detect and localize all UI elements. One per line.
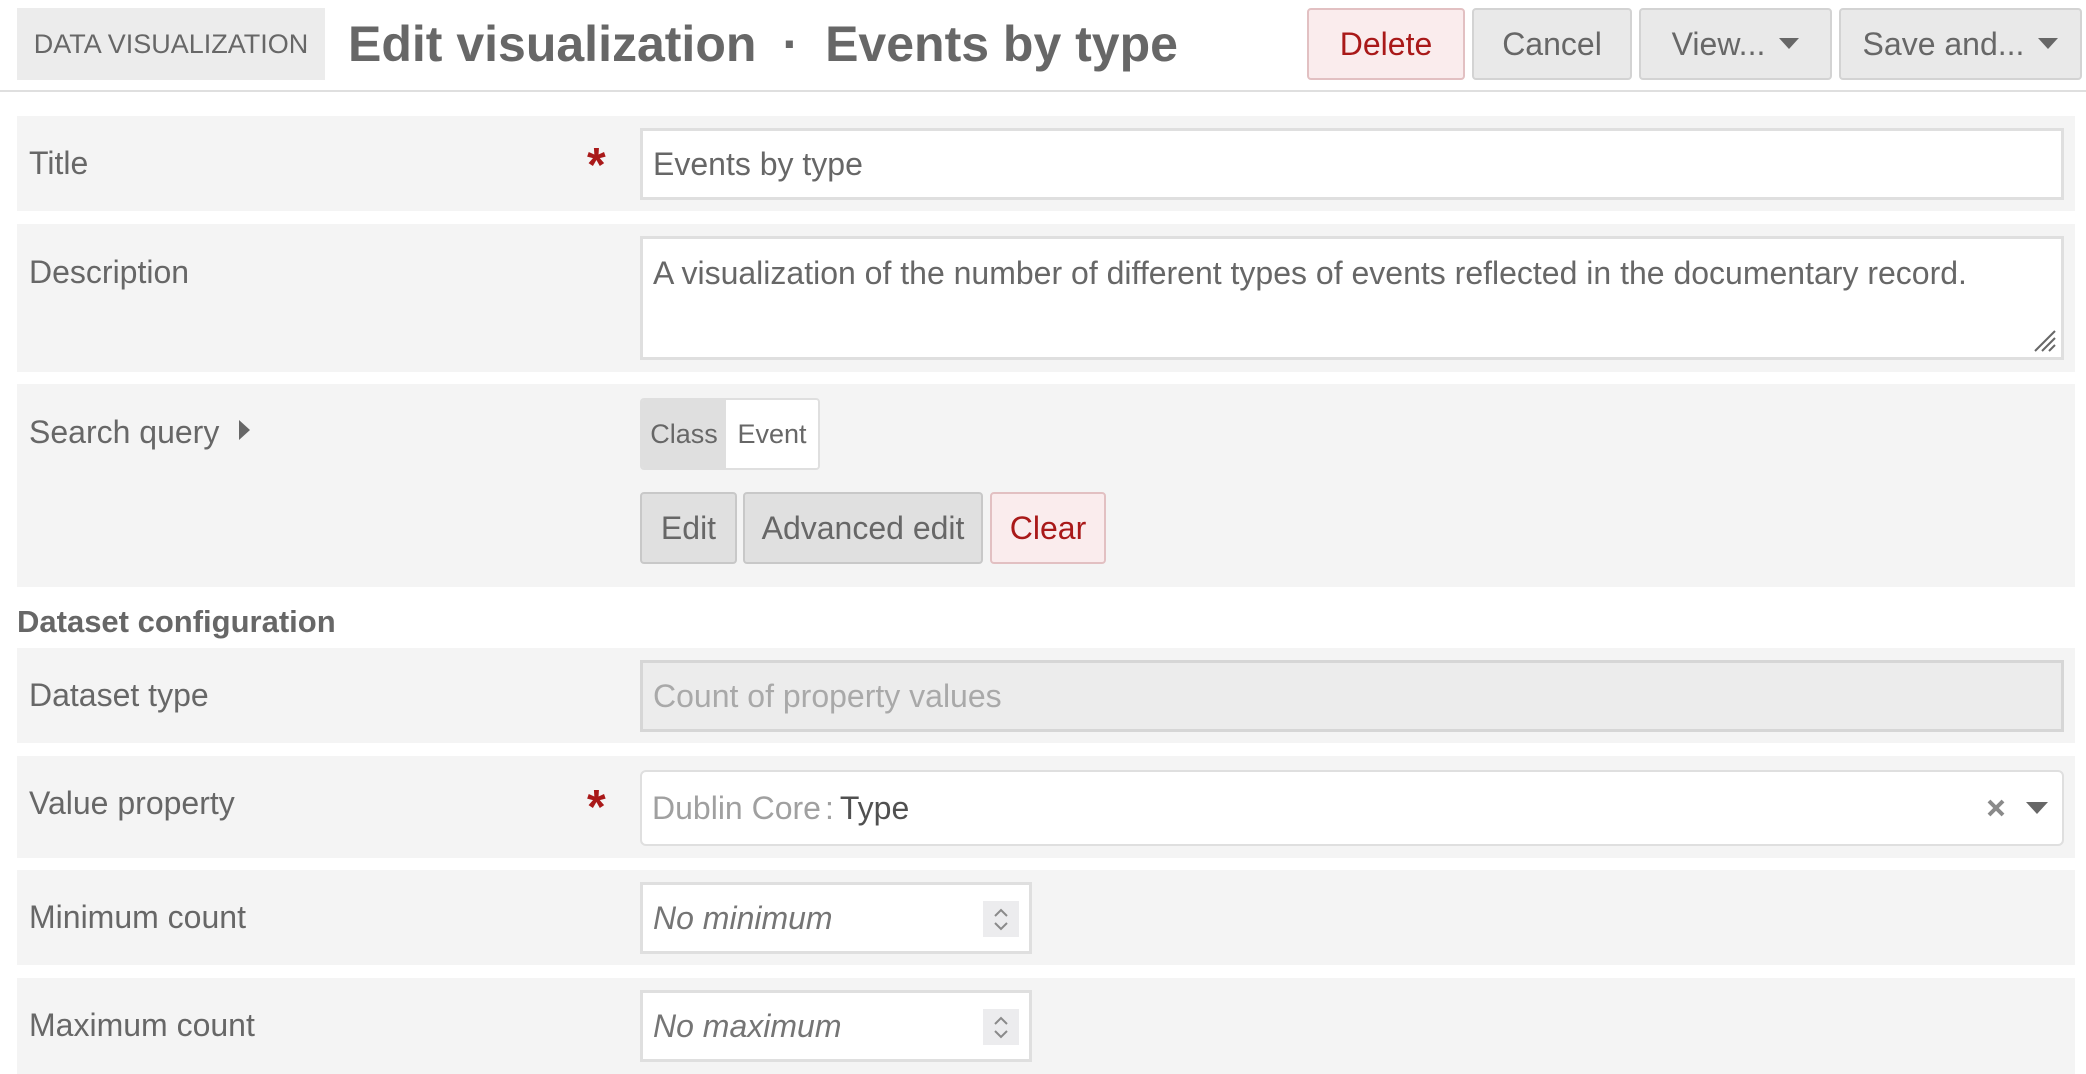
page-title: Edit visualization · Events by type <box>348 8 1178 80</box>
maximum-count-field <box>640 990 1032 1062</box>
query-filter-key: Class <box>642 400 726 468</box>
page-header: DATA VISUALIZATION Edit visualization · Ev… <box>0 0 2086 92</box>
chevron-down-icon[interactable] <box>993 1029 1009 1039</box>
maximum-count-row: Maximum count <box>17 978 2075 1074</box>
clear-query-button[interactable]: Clear <box>990 492 1106 564</box>
number-stepper[interactable] <box>983 901 1019 937</box>
title-input[interactable] <box>640 128 2064 200</box>
section-badge: DATA VISUALIZATION <box>17 8 325 80</box>
minimum-count-label: Minimum count <box>29 899 246 935</box>
minimum-count-field <box>640 882 1032 954</box>
query-filter-value: Event <box>726 400 818 468</box>
dataset-configuration-heading: Dataset configuration <box>17 604 336 639</box>
chevron-up-icon[interactable] <box>993 1016 1009 1026</box>
caret-down-icon <box>1779 38 1800 50</box>
maximum-count-label: Maximum count <box>29 1007 255 1043</box>
page-title-name: Events by type <box>825 16 1178 72</box>
cancel-button[interactable]: Cancel <box>1472 8 1632 80</box>
advanced-edit-button[interactable]: Advanced edit <box>743 492 983 564</box>
title-field-row: Title * <box>17 116 2075 211</box>
caret-right-icon[interactable] <box>239 420 250 440</box>
dataset-type-input <box>640 660 2064 732</box>
description-textarea[interactable]: A visualization of the number of differe… <box>640 236 2064 360</box>
property-name: Type <box>839 790 910 826</box>
required-marker: * <box>587 781 606 834</box>
property-vocabulary: Dublin Core <box>652 790 821 826</box>
title-label: Title <box>29 145 89 181</box>
dataset-type-row: Dataset type <box>17 648 2075 743</box>
value-property-label: Value property <box>29 785 235 821</box>
description-text: A visualization of the number of differe… <box>653 255 1967 291</box>
save-dropdown-button[interactable]: Save and... <box>1839 8 2082 80</box>
value-property-select[interactable]: Dublin Core: Type <box>640 770 2064 846</box>
chevron-down-icon[interactable] <box>993 921 1009 931</box>
query-filter-tag: Class Event <box>640 398 820 470</box>
delete-button[interactable]: Delete <box>1307 8 1465 80</box>
edit-query-button[interactable]: Edit <box>640 492 737 564</box>
view-dropdown-button[interactable]: View... <box>1639 8 1832 80</box>
caret-down-icon <box>2038 38 2059 50</box>
required-marker: * <box>587 139 606 192</box>
clear-selection-icon[interactable] <box>1986 798 2006 818</box>
property-separator: : <box>824 790 834 826</box>
search-query-label[interactable]: Search query <box>29 414 219 451</box>
resize-handle-icon[interactable] <box>2031 327 2057 353</box>
maximum-count-input[interactable] <box>643 993 963 1059</box>
page-title-action: Edit visualization <box>348 16 757 72</box>
search-query-row: Search query Class Event Edit Advanced e… <box>17 384 2075 587</box>
minimum-count-row: Minimum count <box>17 870 2075 965</box>
number-stepper[interactable] <box>983 1009 1019 1045</box>
minimum-count-input[interactable] <box>643 885 963 951</box>
description-label: Description <box>29 254 190 290</box>
chevron-up-icon[interactable] <box>993 908 1009 918</box>
value-property-row: Value property * Dublin Core: Type <box>17 756 2075 858</box>
dataset-type-label: Dataset type <box>29 677 209 713</box>
title-separator: · <box>782 16 800 72</box>
view-button-label: View... <box>1671 26 1766 62</box>
description-field-row: Description A visualization of the numbe… <box>17 224 2075 372</box>
caret-down-icon[interactable] <box>2026 802 2048 814</box>
save-button-label: Save and... <box>1862 26 2025 62</box>
